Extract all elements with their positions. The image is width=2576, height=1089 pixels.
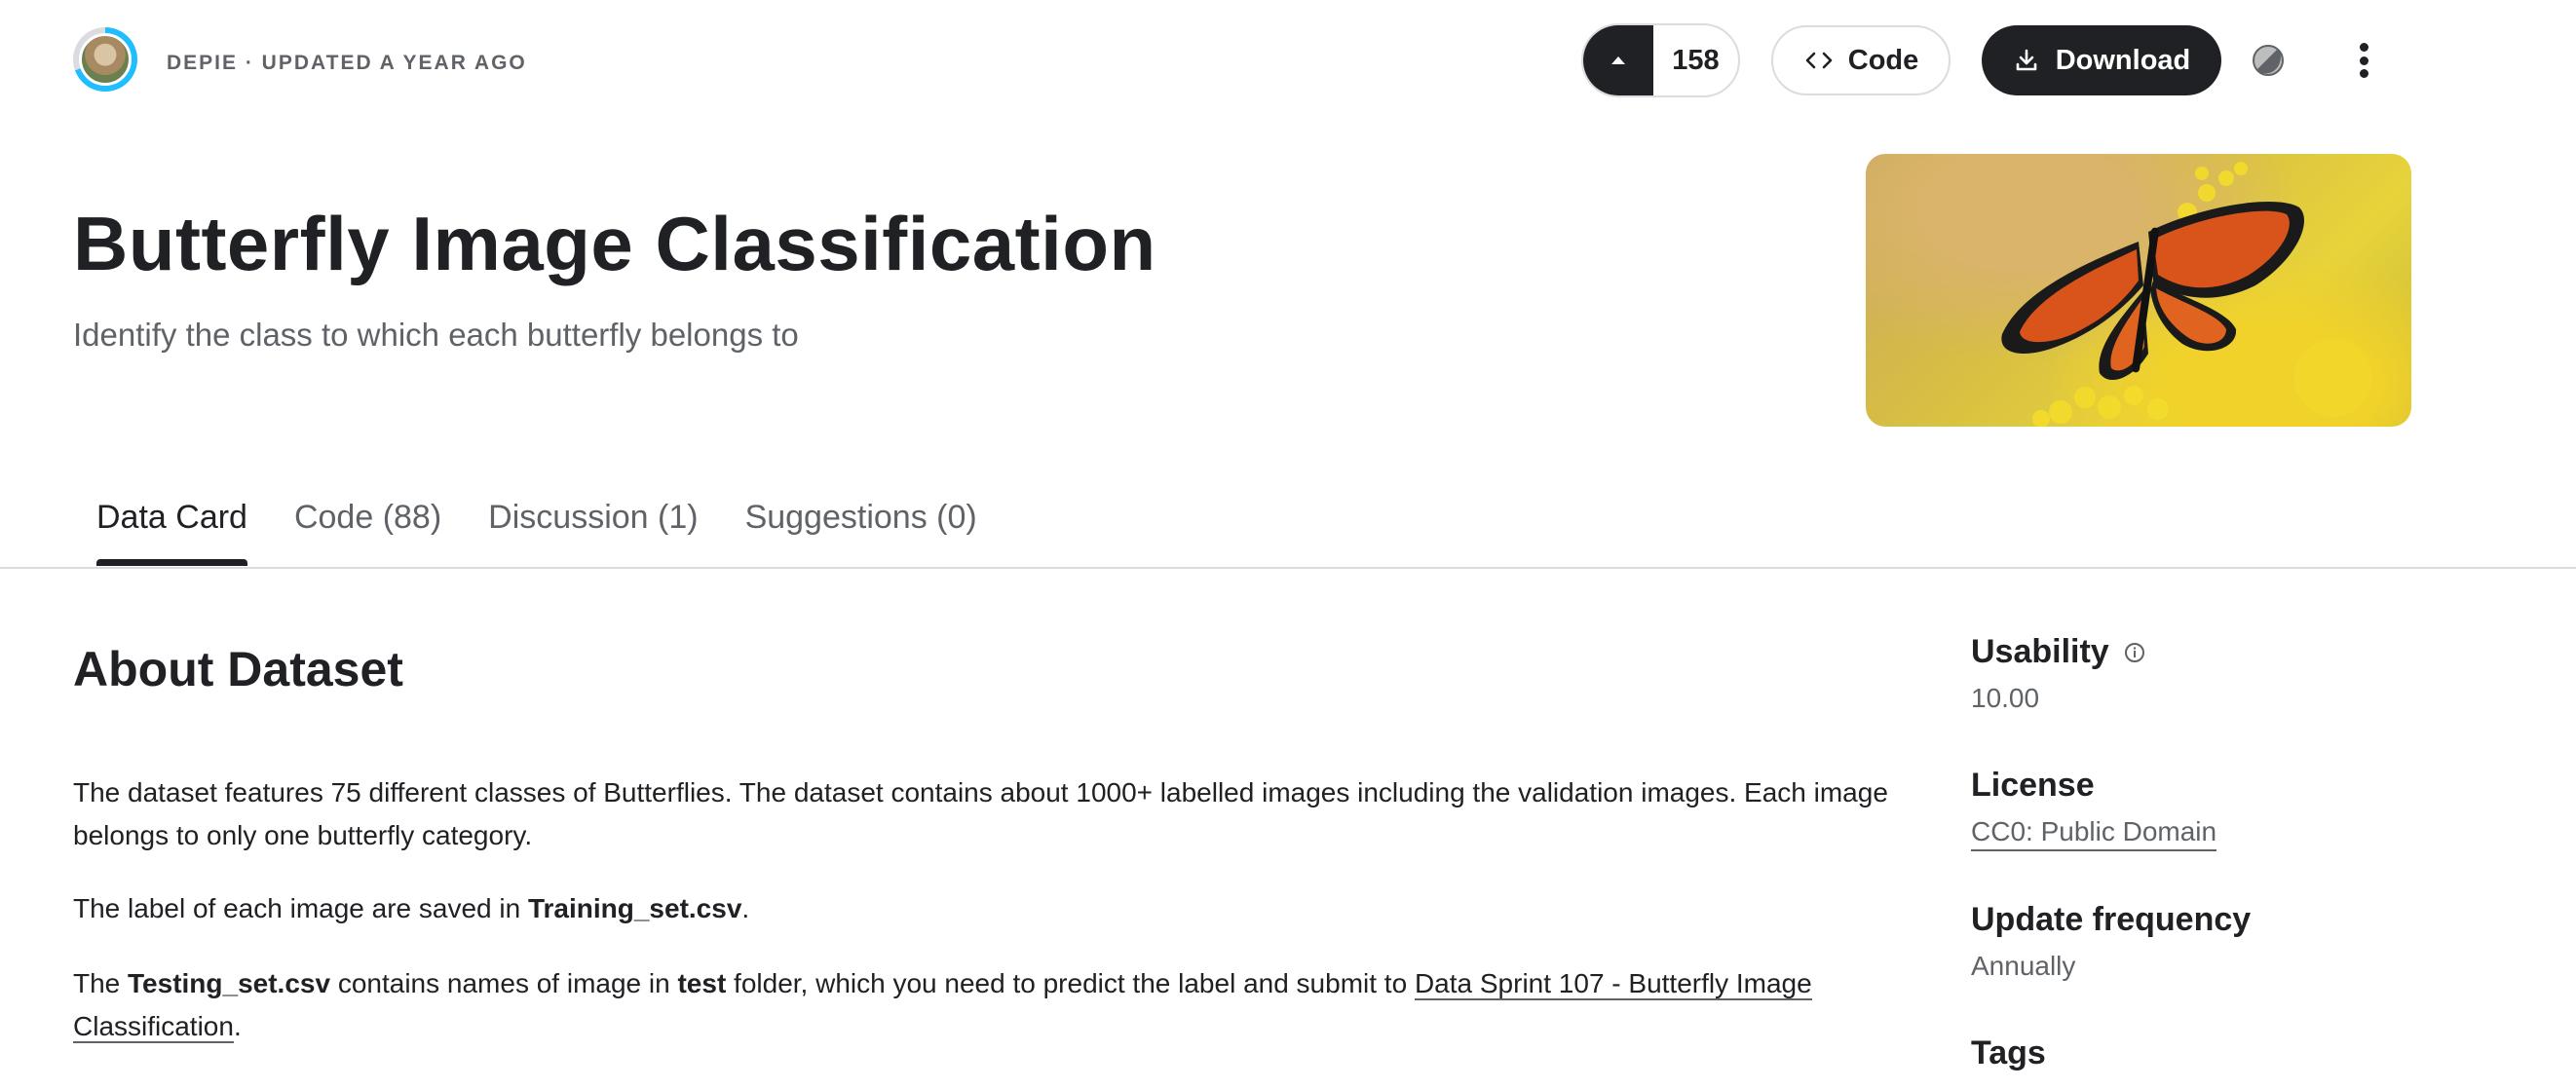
tab-suggestions[interactable]: Suggestions (0) bbox=[722, 487, 1001, 566]
code-button[interactable]: Code bbox=[1771, 25, 1951, 95]
code-brackets-icon bbox=[1805, 52, 1833, 69]
license-link[interactable]: CC0: Public Domain bbox=[1971, 816, 2217, 851]
p3-end: . bbox=[233, 1011, 242, 1041]
tab-data-card[interactable]: Data Card bbox=[73, 487, 271, 566]
tab-discussion[interactable]: Discussion (1) bbox=[465, 487, 721, 566]
vote-count[interactable]: 158 bbox=[1653, 25, 1738, 95]
tags-label: Tags bbox=[1971, 1034, 2046, 1071]
more-dot bbox=[2359, 43, 2368, 52]
more-vertical-icon[interactable] bbox=[2348, 39, 2379, 82]
about-paragraph-2: The label of each image are saved in Tra… bbox=[73, 887, 1924, 930]
tab-bar: Data Card Code (88) Discussion (1) Sugge… bbox=[73, 487, 1001, 566]
usability-heading: Usability bbox=[1971, 633, 2146, 671]
caret-up-icon bbox=[1611, 56, 1625, 64]
download-button[interactable]: Download bbox=[1982, 25, 2221, 95]
p3-text-mid2: folder, which you need to predict the la… bbox=[726, 968, 1415, 998]
top-header: DEPIE · UPDATED A YEAR AGO 158 Code Down… bbox=[0, 0, 2576, 127]
download-button-label: Download bbox=[2055, 44, 2191, 76]
info-icon[interactable] bbox=[2123, 641, 2146, 664]
tab-divider bbox=[0, 567, 2576, 569]
training-set-filename: Training_set.csv bbox=[527, 893, 742, 923]
theme-toggle-icon[interactable] bbox=[2251, 43, 2286, 78]
p2-end: . bbox=[741, 893, 750, 923]
usability-section: Usability 10.00 bbox=[1971, 633, 2146, 714]
dataset-cover-image bbox=[1866, 154, 2411, 427]
frequency-label: Update frequency bbox=[1971, 901, 2252, 938]
download-icon bbox=[2016, 49, 2037, 71]
usability-label: Usability bbox=[1971, 633, 2109, 670]
license-label: License bbox=[1971, 767, 2095, 804]
page-subtitle: Identify the class to which each butterf… bbox=[73, 317, 799, 353]
license-section: License CC0: Public Domain bbox=[1971, 767, 2217, 851]
about-paragraph-1: The dataset features 75 different classe… bbox=[73, 777, 1888, 850]
test-folder-name: test bbox=[677, 968, 727, 998]
tags-section: Tags bbox=[1971, 1034, 2046, 1072]
avatar-image bbox=[79, 33, 132, 86]
tab-code[interactable]: Code (88) bbox=[271, 487, 465, 566]
about-heading: About Dataset bbox=[73, 642, 403, 696]
code-button-label: Code bbox=[1847, 44, 1919, 76]
testing-set-filename: Testing_set.csv bbox=[128, 968, 331, 998]
upvote-button[interactable] bbox=[1583, 25, 1653, 95]
more-dot bbox=[2359, 69, 2368, 78]
p3-text-mid1: contains names of image in bbox=[330, 968, 678, 998]
author-updated-line[interactable]: DEPIE · UPDATED A YEAR AGO bbox=[167, 52, 527, 75]
frequency-section: Update frequency Annually bbox=[1971, 901, 2251, 982]
butterfly-image bbox=[2001, 162, 2372, 427]
more-dot bbox=[2359, 56, 2368, 65]
about-paragraph-3: The Testing_set.csv contains names of im… bbox=[73, 962, 1924, 1048]
p2-text: The label of each image are saved in bbox=[73, 893, 528, 923]
upvote-widget: 158 bbox=[1581, 23, 1740, 97]
license-value-wrap: CC0: Public Domain bbox=[1971, 816, 2217, 851]
frequency-value: Annually bbox=[1971, 951, 2076, 981]
avatar[interactable] bbox=[73, 27, 137, 92]
usability-value: 10.00 bbox=[1971, 683, 2040, 713]
p3-text-start: The bbox=[73, 968, 129, 998]
page-title: Butterfly Image Classification bbox=[73, 201, 1156, 286]
